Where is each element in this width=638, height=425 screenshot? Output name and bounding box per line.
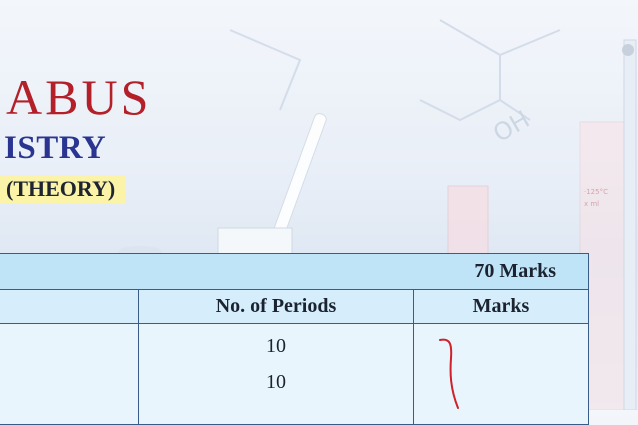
period-value: 10 [266,335,286,357]
svg-text:·125°C: ·125°C [584,188,608,196]
total-marks: 70 Marks [0,253,590,290]
marks-column-header: Marks [412,289,590,324]
table-header-row: 70 Marks [0,253,590,290]
subject-subtitle: ISTRY [4,130,107,166]
theory-badge: (THEORY) [0,175,126,205]
periods-column-header: No. of Periods [138,289,414,324]
pipette-icon [269,113,327,247]
table-row: 10 10 [0,323,590,425]
page-title: ABUS [6,69,152,125]
handwritten-brace-mark [439,338,459,409]
unit-column-header [0,289,139,324]
period-value: 10 [266,371,286,393]
table-column-row: No. of Periods Marks [0,289,590,324]
periods-cell: 10 10 [138,323,414,425]
svg-text:OH: OH [488,105,534,148]
unit-cell [0,323,139,425]
svg-text:x ml: x ml [584,200,599,208]
syllabus-table: 70 Marks No. of Periods Marks 10 10 [0,253,590,425]
